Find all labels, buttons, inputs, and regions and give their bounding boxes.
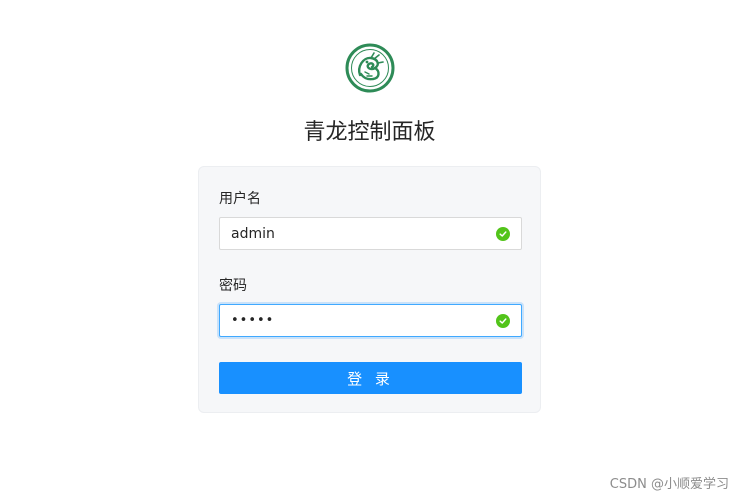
check-circle-icon: [496, 313, 510, 328]
qinglong-logo-icon: [345, 43, 395, 93]
password-label: 密码: [219, 278, 247, 294]
page-title: 青龙控制面板: [303, 120, 436, 145]
username-field[interactable]: [219, 217, 522, 250]
username-input[interactable]: [231, 218, 496, 249]
check-circle-icon: [496, 226, 510, 241]
login-button[interactable]: 登 录: [219, 362, 522, 394]
login-page: 青龙控制面板 用户名 密码 登 录 CSDN @小顺爱学习: [0, 0, 739, 500]
password-input[interactable]: [231, 305, 496, 336]
username-label: 用户名: [219, 191, 261, 207]
login-card: 用户名 密码 登 录: [198, 166, 541, 413]
password-field[interactable]: [219, 304, 522, 337]
watermark-text: CSDN @小顺爱学习: [609, 477, 729, 492]
